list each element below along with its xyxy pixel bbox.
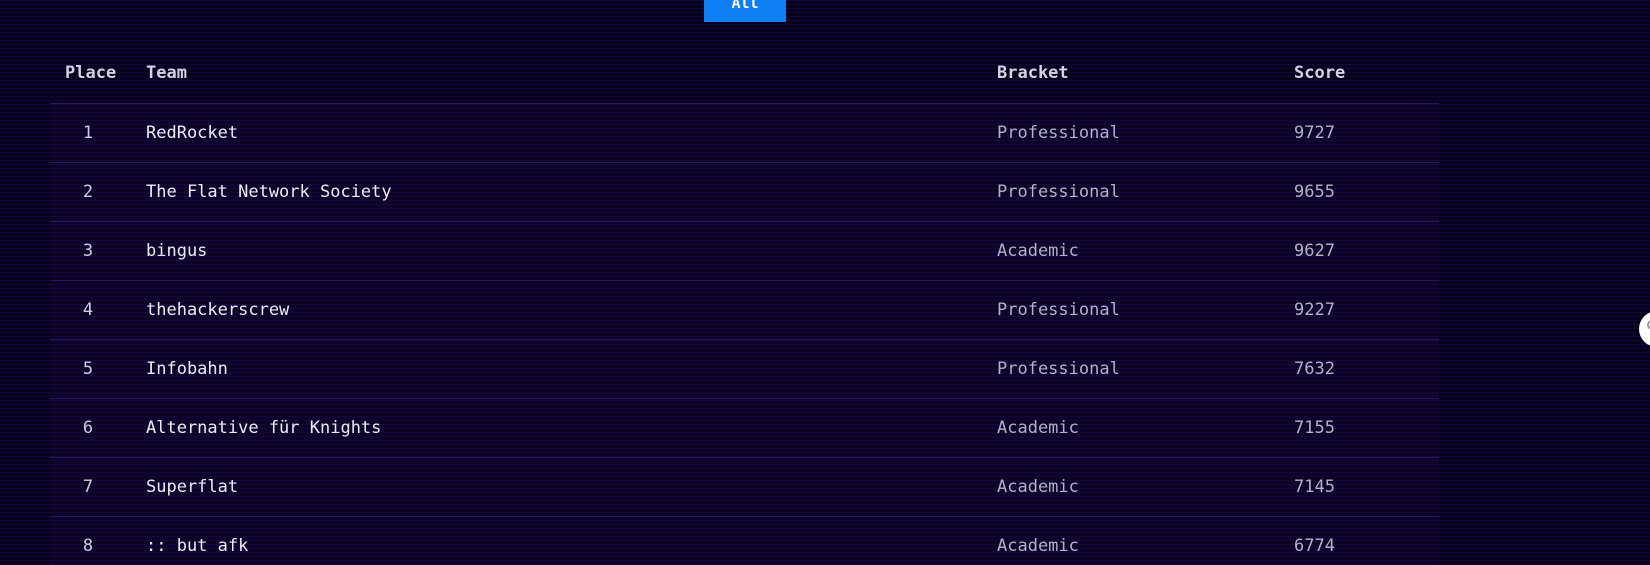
row-team[interactable]: thehackerscrew xyxy=(146,281,289,339)
row-score: 9727 xyxy=(1294,123,1335,143)
row-place: 7 xyxy=(82,477,94,497)
row-score: 9227 xyxy=(1294,300,1335,320)
row-team[interactable]: :: but afk xyxy=(146,517,248,565)
row-place: 5 xyxy=(82,359,94,379)
row-bracket: Academic xyxy=(997,418,1079,438)
row-score: 9655 xyxy=(1294,182,1335,202)
header-score[interactable]: Score xyxy=(1294,44,1345,103)
row-place: 3 xyxy=(82,241,94,261)
table-row[interactable]: 4 thehackerscrew Professional 9227 xyxy=(50,281,1439,340)
row-score: 7145 xyxy=(1294,477,1335,497)
header-team[interactable]: Team xyxy=(146,44,187,103)
row-bracket: Academic xyxy=(997,536,1079,556)
row-place: 6 xyxy=(82,418,94,438)
table-row[interactable]: 5 Infobahn Professional 7632 xyxy=(50,340,1439,399)
row-bracket: Professional xyxy=(997,300,1120,320)
row-score: 9627 xyxy=(1294,241,1335,261)
row-bracket: Professional xyxy=(997,182,1120,202)
row-place: 4 xyxy=(82,300,94,320)
row-team[interactable]: Alternative für Knights xyxy=(146,399,381,457)
row-team[interactable]: bingus xyxy=(146,222,207,280)
scoreboard-table: Place Team Bracket Score 1 RedRocket Pro… xyxy=(50,44,1439,565)
table-row[interactable]: 7 Superflat Academic 7145 xyxy=(50,458,1439,517)
scoreboard-header: Place Team Bracket Score xyxy=(50,44,1439,104)
table-row[interactable]: 2 The Flat Network Society Professional … xyxy=(50,163,1439,222)
header-bracket[interactable]: Bracket xyxy=(997,44,1069,103)
row-score: 7155 xyxy=(1294,418,1335,438)
table-row[interactable]: 8 :: but afk Academic 6774 xyxy=(50,517,1439,565)
row-place: 1 xyxy=(82,123,94,143)
row-score: 6774 xyxy=(1294,536,1335,556)
row-bracket: Professional xyxy=(997,359,1120,379)
row-team[interactable]: Superflat xyxy=(146,458,238,516)
row-team[interactable]: The Flat Network Society xyxy=(146,163,392,221)
table-row[interactable]: 1 RedRocket Professional 9727 xyxy=(50,104,1439,163)
row-score: 7632 xyxy=(1294,359,1335,379)
row-team[interactable]: Infobahn xyxy=(146,340,228,398)
row-bracket: Academic xyxy=(997,477,1079,497)
row-bracket: Academic xyxy=(997,241,1079,261)
side-handle-button[interactable] xyxy=(1639,311,1650,347)
row-place: 8 xyxy=(82,536,94,556)
header-place[interactable]: Place xyxy=(65,44,120,103)
row-team[interactable]: RedRocket xyxy=(146,104,238,162)
row-bracket: Professional xyxy=(997,123,1120,143)
row-place: 2 xyxy=(82,182,94,202)
table-row[interactable]: 6 Alternative für Knights Academic 7155 xyxy=(50,399,1439,458)
table-row[interactable]: 3 bingus Academic 9627 xyxy=(50,222,1439,281)
filter-tab-all[interactable]: All xyxy=(704,0,786,22)
